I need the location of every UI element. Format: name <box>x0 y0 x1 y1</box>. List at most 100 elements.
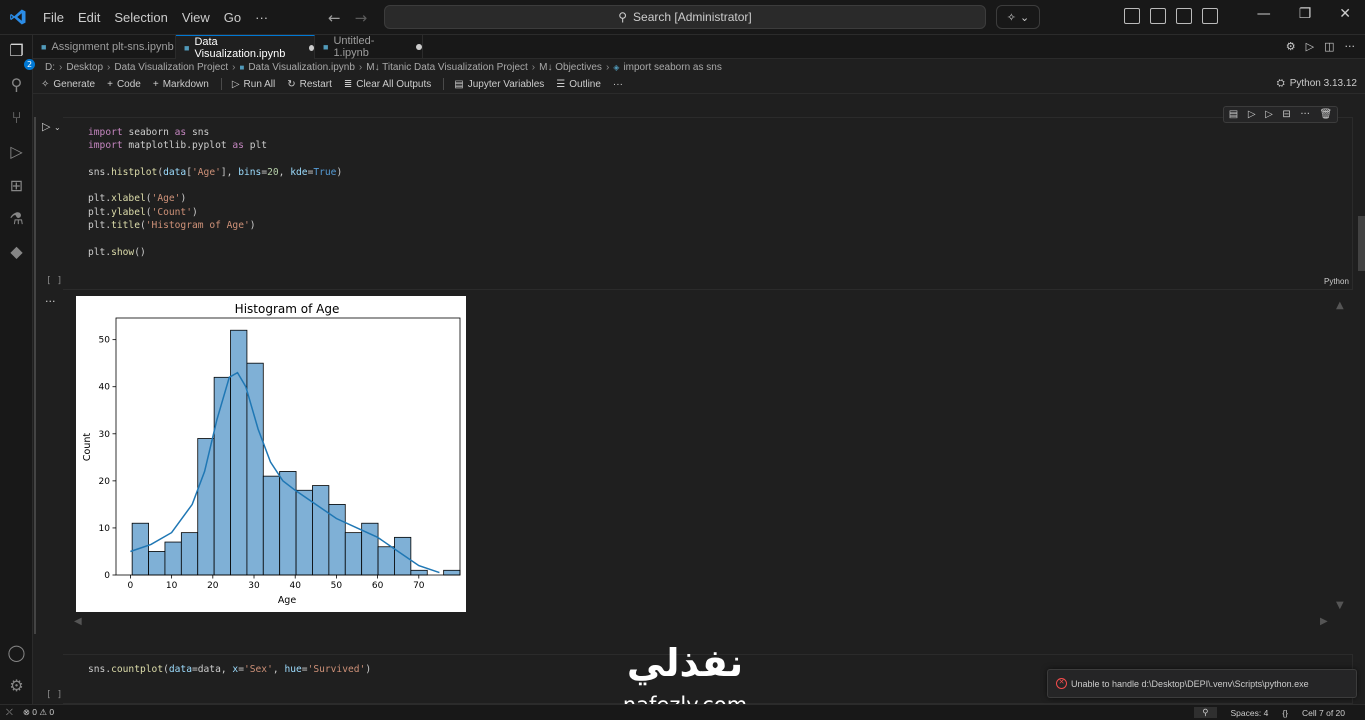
y-tick-label: 0 <box>104 571 110 581</box>
unsaved-dot-icon[interactable] <box>416 44 422 50</box>
testing-icon[interactable]: ⚗ <box>7 209 26 228</box>
back-arrow-icon[interactable]: ← <box>328 9 341 27</box>
scroll-up-icon[interactable]: ▲ <box>1336 300 1344 311</box>
variables-icon[interactable]: ▤ <box>1229 109 1238 120</box>
more-actions-icon[interactable]: ··· <box>1345 40 1356 53</box>
split-cell-icon[interactable]: ⊟ <box>1282 109 1290 120</box>
editor-scrollbar-thumb[interactable] <box>1358 216 1365 271</box>
explorer-icon[interactable]: ❐ 2 <box>7 41 35 70</box>
code-editor[interactable]: import seaborn as sns import matplotlib.… <box>88 126 342 259</box>
breadcrumb-item[interactable]: D: <box>45 62 55 73</box>
histogram-bar <box>344 532 363 576</box>
breadcrumb: D: › Desktop › Data Visualization Project ›… <box>45 61 722 73</box>
histogram-bar <box>180 532 199 576</box>
run-below-icon[interactable]: ▷ <box>1265 109 1273 120</box>
toolbar-more-button[interactable]: ··· <box>613 79 623 90</box>
menu-bar: File Edit Selection View Go ··· <box>36 0 275 35</box>
braces-status[interactable]: {} <box>1282 708 1288 718</box>
run-debug-icon[interactable]: ▷ <box>7 142 26 161</box>
command-center-search[interactable]: ⚲ Search [Administrator] <box>384 5 986 29</box>
cell-language[interactable]: Python <box>1324 277 1349 286</box>
tab-data-visualization[interactable]: ■ Data Visualization.ipynb <box>176 35 315 60</box>
minimize-icon[interactable]: — <box>1257 6 1271 22</box>
breadcrumb-item[interactable]: M↓ Objectives <box>539 62 602 73</box>
problems-indicator[interactable]: ⊗ 0 ⚠ 0 <box>23 707 54 718</box>
notebook-settings-icon[interactable]: ⚙ <box>1286 40 1296 53</box>
notebook-toolbar: ✧ Generate + Code + Markdown ▷ Run All ↻ Rest… <box>33 75 1365 94</box>
outline-button[interactable]: ☰ Outline <box>556 79 601 90</box>
vscode-logo-icon <box>10 9 26 25</box>
unsaved-dot-icon[interactable] <box>308 44 314 51</box>
menu-file[interactable]: File <box>36 10 71 25</box>
source-control-icon[interactable]: ⑂ <box>7 108 26 127</box>
menu-go[interactable]: Go <box>217 10 248 25</box>
menu-view[interactable]: View <box>175 10 217 25</box>
search-view-icon[interactable]: ⚲ <box>7 75 26 94</box>
menu-selection[interactable]: Selection <box>107 10 174 25</box>
scroll-down-icon[interactable]: ▼ <box>1336 600 1344 611</box>
toggle-panel-icon[interactable] <box>1176 8 1192 24</box>
breadcrumb-item[interactable]: Data Visualization.ipynb <box>248 62 355 73</box>
more-actions-icon[interactable]: ··· <box>1300 109 1310 120</box>
watermark-arabic: نفذلي <box>627 641 743 685</box>
menu-edit[interactable]: Edit <box>71 10 107 25</box>
restore-icon[interactable]: ❐ <box>1299 6 1312 22</box>
settings-gear-icon[interactable]: ⚙ <box>7 676 26 695</box>
add-code-button[interactable]: + Code <box>107 79 141 90</box>
kernel-picker[interactable]: ⛭ Python 3.13.12 <box>1277 78 1357 89</box>
error-notification[interactable]: ✕ Unable to handle d:\Desktop\DEPI\.venv… <box>1047 669 1357 698</box>
tab-label: Assignment plt-sns.ipynb <box>51 41 174 53</box>
x-tick-label: 20 <box>207 581 219 591</box>
breadcrumb-item[interactable]: import seaborn as sns <box>623 62 721 73</box>
scroll-right-icon[interactable]: ▶ <box>1320 616 1328 627</box>
delete-cell-icon[interactable]: 🗑 <box>1319 109 1332 120</box>
run-above-icon[interactable]: ▷ <box>1248 109 1256 120</box>
title-bar: File Edit Selection View Go ··· ← → ⚲ Se… <box>0 0 1365 35</box>
notification-message: Unable to handle d:\Desktop\DEPI\.venv\S… <box>1071 678 1309 689</box>
x-tick-label: 70 <box>413 581 425 591</box>
y-axis-label: Count <box>82 433 93 461</box>
remote-icon[interactable]: ⤬ <box>6 707 13 718</box>
x-tick-label: 30 <box>248 581 260 591</box>
copilot-button[interactable]: ✧ ⌄ <box>996 5 1040 29</box>
notebook-file-icon: ■ <box>184 42 190 53</box>
jupyter-variables-button[interactable]: ▤ Jupyter Variables <box>454 79 544 90</box>
breadcrumb-item[interactable]: Desktop <box>66 62 103 73</box>
clear-all-outputs-button[interactable]: ≣ Clear All Outputs <box>344 79 431 90</box>
cell-focus-indicator <box>34 117 36 634</box>
scroll-left-icon[interactable]: ◀ <box>74 616 82 627</box>
y-tick-label: 40 <box>99 383 111 393</box>
y-tick-label: 10 <box>99 524 111 534</box>
close-icon[interactable]: ✕ <box>1339 6 1351 22</box>
add-markdown-button[interactable]: + Markdown <box>153 79 209 90</box>
restart-button[interactable]: ↻ Restart <box>287 79 332 90</box>
zoom-icon[interactable]: ⚲ <box>1194 707 1217 718</box>
x-tick-label: 50 <box>331 581 343 591</box>
run-all-button[interactable]: ▷ Run All <box>232 79 275 90</box>
extensions-icon[interactable]: ⊞ <box>7 176 26 195</box>
histogram-bar <box>443 569 461 576</box>
breadcrumb-item[interactable]: Data Visualization Project <box>114 62 228 73</box>
histogram-chart: 0 10 20 30 40 50 60 70 0 10 20 30 40 50 Histogram of… <box>82 302 461 606</box>
tab-assignment[interactable]: ■ Assignment plt-sns.ipynb <box>33 35 176 59</box>
cell-position-status[interactable]: Cell 7 of 20 <box>1302 708 1345 718</box>
tab-label: Untitled-1.ipynb <box>333 35 375 59</box>
split-editor-icon[interactable]: ◫ <box>1324 40 1334 53</box>
indentation-status[interactable]: Spaces: 4 <box>1231 708 1269 718</box>
account-icon[interactable]: ◯ <box>7 643 26 662</box>
python-icon[interactable]: ◆ <box>7 242 26 261</box>
histogram-bar <box>230 329 248 576</box>
toolbar-divider <box>220 78 222 90</box>
forward-arrow-icon[interactable]: → <box>355 9 368 27</box>
menu-more[interactable]: ··· <box>248 10 275 25</box>
output-more-icon[interactable]: ··· <box>45 295 56 308</box>
run-cell-button[interactable]: ▷ ⌄ <box>42 120 61 133</box>
generate-button[interactable]: ✧ Generate <box>41 79 95 90</box>
customize-layout-icon[interactable] <box>1124 8 1140 24</box>
run-icon[interactable]: ▷ <box>1306 40 1314 53</box>
toggle-secondary-sidebar-icon[interactable] <box>1202 8 1218 24</box>
breadcrumb-item[interactable]: M↓ Titanic Data Visualization Project <box>366 62 528 73</box>
code-editor[interactable]: sns.countplot(data=data, x='Sex', hue='S… <box>88 664 371 675</box>
toggle-primary-sidebar-icon[interactable] <box>1150 8 1166 24</box>
tab-untitled[interactable]: ■ Untitled-1.ipynb <box>315 35 423 59</box>
